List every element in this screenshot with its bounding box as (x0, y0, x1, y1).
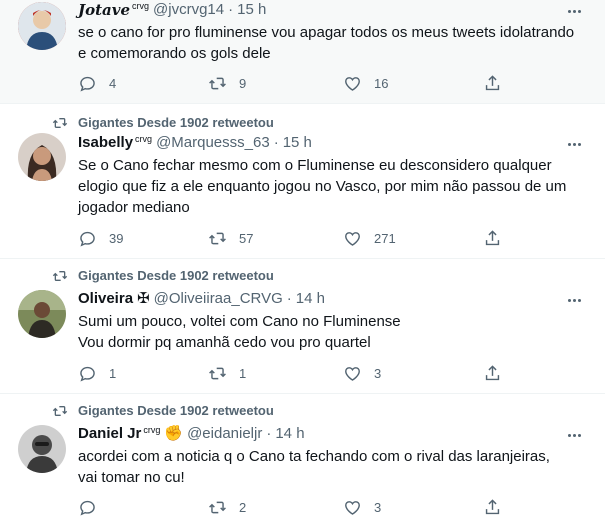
tweet-2[interactable]: Gigantes Desde 1902 retweetou Isabelly c… (0, 105, 605, 259)
retweeted-by-text[interactable]: Gigantes Desde 1902 retweetou (78, 268, 274, 284)
retweet-count: 57 (239, 231, 254, 246)
share-button[interactable] (483, 364, 502, 383)
tweet-actions: 4 9 16 (78, 74, 508, 94)
like-button[interactable]: 3 (343, 364, 381, 383)
tweet-time[interactable]: 15 h (237, 0, 266, 20)
share-button[interactable] (483, 74, 502, 93)
retweeted-by-text[interactable]: Gigantes Desde 1902 retweetou (78, 403, 274, 419)
author-name[interactable]: Isabelly (78, 133, 133, 153)
heart-icon (345, 367, 360, 381)
separator-dot: · (286, 290, 292, 307)
tweet-header: Daniel Jr crvg ✊ @eidanieljr · 14 h (78, 424, 305, 444)
tweet-4[interactable]: Gigantes Desde 1902 retweetou Daniel Jr … (0, 395, 605, 525)
avatar[interactable] (18, 133, 66, 181)
share-button[interactable] (483, 229, 502, 248)
like-count: 271 (374, 231, 396, 246)
more-icon[interactable] (565, 135, 583, 153)
share-icon (485, 75, 500, 91)
like-button[interactable]: 271 (343, 229, 396, 248)
retweet-count: 2 (239, 500, 247, 515)
name-badge: crvg (143, 425, 161, 435)
retweet-button[interactable]: 1 (208, 364, 246, 383)
author-name[interactable]: Jotave (78, 0, 130, 20)
tweet-time[interactable]: 14 h (275, 424, 304, 444)
tweet-time[interactable]: 15 h (283, 133, 312, 153)
retweet-icon (52, 406, 68, 416)
heart-icon (345, 77, 360, 91)
like-count: 3 (374, 366, 382, 381)
tweet-header: Oliveira ✠ @Oliveiiraa_CRVG · 14 h (78, 289, 325, 309)
separator-dot: · (273, 134, 279, 151)
retweet-button[interactable]: 57 (208, 229, 253, 248)
tweet-text-line: Vou dormir pq amanhã cedo vou pro quarte… (78, 334, 371, 351)
author-handle[interactable]: @Oliveiiraa_CRVG (154, 289, 283, 309)
reply-button[interactable] (78, 498, 109, 517)
tweet-text: acordei com a noticia q o Cano ta fechan… (78, 448, 550, 486)
retweet-icon (52, 118, 68, 128)
like-count: 16 (374, 76, 389, 91)
reply-count: 4 (109, 76, 117, 91)
separator-dot: · (266, 425, 272, 442)
tweet-3[interactable]: Gigantes Desde 1902 retweetou Oliveira ✠… (0, 260, 605, 394)
name-badge: crvg (132, 1, 150, 11)
retweet-button[interactable]: 2 (208, 498, 246, 517)
retweet-icon (52, 271, 68, 281)
author-handle[interactable]: @Marquesss_63 (156, 133, 270, 153)
reply-count: 1 (109, 366, 117, 381)
tweet-text: Sumi um pouco, voltei com Cano no Flumin… (78, 311, 578, 353)
tweet-time[interactable]: 14 h (296, 289, 325, 309)
reply-icon (80, 76, 95, 92)
retweet-icon (209, 501, 226, 514)
tweet-text: se o cano for pro fluminense vou apagar … (78, 24, 575, 62)
retweet-count: 1 (239, 366, 247, 381)
fist-emoji: ✊ (164, 425, 184, 442)
tweet-text-line: Sumi um pouco, voltei com Cano no Flumin… (78, 313, 401, 330)
tweet-actions: 39 57 271 (78, 229, 508, 249)
like-button[interactable]: 3 (343, 498, 381, 517)
heart-icon (345, 232, 360, 246)
more-icon[interactable] (565, 2, 583, 20)
like-button[interactable]: 16 (343, 74, 388, 93)
author-handle[interactable]: @eidanieljr (187, 424, 262, 444)
retweet-icon (209, 232, 226, 245)
tweet-1[interactable]: Jotave crvg @jvcrvg14 · 15 h se o cano f… (0, 0, 605, 104)
reply-icon (80, 500, 95, 516)
more-icon[interactable] (565, 426, 583, 444)
author-name[interactable]: Oliveira (78, 289, 133, 309)
reply-icon (80, 231, 95, 247)
tweet-text: Se o Cano fechar mesmo com o Fluminense … (78, 157, 567, 216)
author-handle[interactable]: @jvcrvg14 (153, 0, 224, 20)
tweet-actions: 2 3 (78, 498, 508, 518)
retweet-count: 9 (239, 76, 247, 91)
share-icon (485, 230, 500, 246)
share-icon (485, 499, 500, 515)
cross-badge: ✠ (137, 290, 150, 307)
share-button[interactable] (483, 498, 502, 517)
separator-dot: · (228, 1, 234, 18)
heart-icon (345, 501, 360, 515)
retweeted-by-text[interactable]: Gigantes Desde 1902 retweetou (78, 115, 274, 131)
reply-icon (80, 366, 95, 382)
retweet-button[interactable]: 9 (208, 74, 246, 93)
share-icon (485, 365, 500, 381)
avatar[interactable] (18, 2, 66, 50)
avatar[interactable] (18, 290, 66, 338)
author-name[interactable]: Daniel Jr (78, 424, 141, 444)
reply-count: 39 (109, 231, 124, 246)
reply-button[interactable]: 1 (78, 364, 116, 383)
name-badge: crvg (135, 134, 153, 144)
like-count: 3 (374, 500, 382, 515)
avatar[interactable] (18, 425, 66, 473)
reply-button[interactable]: 4 (78, 74, 116, 93)
more-icon[interactable] (565, 291, 583, 309)
tweet-header: Jotave crvg @jvcrvg14 · 15 h (78, 0, 266, 20)
tweet-actions: 1 1 3 (78, 364, 508, 384)
tweet-header: Isabelly crvg @Marquesss_63 · 15 h (78, 133, 312, 153)
retweet-icon (209, 77, 226, 90)
retweet-icon (209, 367, 226, 380)
reply-button[interactable]: 39 (78, 229, 123, 248)
